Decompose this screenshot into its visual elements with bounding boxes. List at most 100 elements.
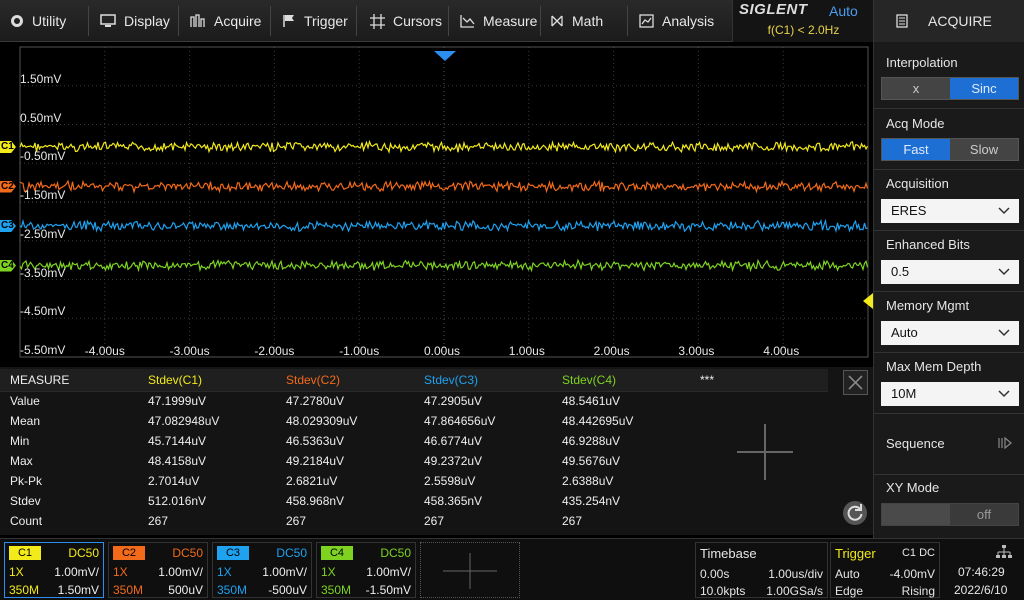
channel-probe: 1X [321, 565, 336, 579]
chevron-down-icon [998, 207, 1010, 215]
frequency-readout: f(C1) < 2.0Hz [767, 23, 840, 37]
timebase-scale: 1.00us/div [768, 567, 823, 581]
interpolation-x-option[interactable]: x [882, 78, 950, 99]
enhanced-bits-dropdown[interactable]: 0.5 [881, 260, 1019, 284]
xy-mode-toggle[interactable]: off [881, 503, 1019, 526]
measure-col-c2[interactable]: Stdev(C2) [276, 369, 414, 392]
plus-icon [443, 553, 497, 589]
channel-probe: 1X [9, 565, 24, 579]
close-icon [848, 375, 863, 390]
menu-math[interactable]: Math [542, 0, 603, 42]
y-axis-label: -0.50mV [20, 149, 66, 164]
measure-col-c1[interactable]: Stdev(C1) [138, 369, 276, 392]
y-axis-label: -5.50mV [20, 343, 66, 357]
trigger-level-marker[interactable] [863, 293, 873, 309]
measure-col-empty[interactable]: *** [690, 369, 828, 392]
y-axis-label: -4.50mV [20, 304, 66, 319]
add-channel-box[interactable] [420, 542, 520, 598]
x-axis-label: 4.00us [763, 344, 800, 358]
acq-mode-label: Acq Mode [886, 116, 945, 131]
column-label: Stdev(C2) [286, 372, 341, 387]
acq-mode-slow-option[interactable]: Slow [950, 139, 1018, 160]
row-label: Stdev [10, 494, 41, 508]
cell-value: 2.5598uV [424, 474, 476, 488]
trigger-position-marker[interactable] [434, 51, 456, 61]
row-label: Count [10, 514, 43, 528]
menu-cursors[interactable]: Cursors [362, 0, 442, 42]
acquire-panel: ACQUIRE Interpolation x Sinc Acq Mode Fa… [873, 0, 1024, 538]
xy-mode-on-option[interactable] [882, 504, 950, 525]
channel-box-c2[interactable]: C2 DC50 1X 1.00mV/350M 500uV [108, 542, 208, 598]
cell-value: 47.2780uV [286, 394, 345, 409]
measure-col-c3[interactable]: Stdev(C3) [414, 369, 552, 392]
waveform-grid[interactable]: 1.50mV 0.50mV -0.50mV -1.50mV -2.50mV -3.50mV… [0, 43, 873, 365]
table-row: Count 267 267 267 267 [0, 511, 828, 531]
network-icon [996, 545, 1012, 558]
channel-box-c3[interactable]: C3 DC50 1X 1.00mV/350M -500uV [212, 542, 312, 598]
channel-tag: C2 [113, 546, 145, 560]
channel-bandwidth: 350M [217, 583, 248, 597]
y-axis-label: -1.50mV [20, 188, 66, 202]
acq-mode-fast-option[interactable]: Fast [882, 139, 950, 160]
xy-mode-off-option[interactable]: off [950, 504, 1018, 525]
max-mem-depth-value: 10M [891, 386, 917, 401]
x-axis-label: -1.00us [339, 344, 380, 358]
max-mem-depth-label: Max Mem Depth [886, 359, 982, 374]
channel-coupling: DC50 [276, 546, 307, 560]
menu-cursors-label: Cursors [393, 13, 443, 29]
row-label: Max [10, 454, 33, 468]
memory-mgmt-dropdown[interactable]: Auto [881, 321, 1019, 345]
menu-utility[interactable]: Utility [2, 0, 66, 42]
analysis-icon [639, 14, 654, 28]
cell-value: 2.7014uV [148, 474, 200, 488]
interpolation-sinc-option[interactable]: Sinc [950, 78, 1018, 99]
cell-value: 49.5676uV [562, 454, 621, 468]
cell-value: 458.365nV [424, 494, 483, 508]
channel-box-c1[interactable]: C1 DC50 1X 1.00mV/350M 1.50mV [4, 542, 104, 598]
sequence-arrow-icon [998, 437, 1012, 449]
measure-icon [460, 15, 475, 28]
waveform-c2 [19, 179, 869, 194]
trigger-box[interactable]: Trigger C1 DC Auto -4.00mV Edge Rising [830, 542, 940, 598]
cell-value: 435.254nV [562, 494, 621, 508]
channel-box-c4[interactable]: C4 DC50 1X 1.00mV/350M -1.50mV [316, 542, 416, 598]
channel-coupling: DC50 [380, 546, 411, 560]
add-measure-area[interactable] [735, 422, 795, 482]
menu-acquire[interactable]: Acquire [182, 0, 261, 42]
status-bar: C1 DC50 1X 1.00mV/350M 1.50mV C2 DC50 1X 1.00mV/… [0, 538, 1024, 600]
waveform-c3 [19, 218, 868, 234]
table-row: Mean 47.082948uV 48.029309uV 47.864656uV 48.… [0, 411, 828, 431]
table-row: Stdev 512.016nV 458.968nV 458.365nV 435.254n… [0, 491, 828, 511]
x-axis-label: -3.00us [169, 344, 210, 358]
cell-value: 48.5461uV [562, 394, 621, 409]
reset-statistics-button[interactable] [843, 501, 867, 525]
channel-coupling: DC50 [172, 546, 203, 560]
menu-display[interactable]: Display [92, 0, 170, 42]
cell-value: 47.1999uV [148, 394, 207, 409]
channel-offset: -500uV [268, 583, 307, 597]
timebase-box[interactable]: Timebase 0.00s 1.00us/div 10.0kpts 1.00G… [695, 542, 828, 598]
acq-mode-toggle[interactable]: Fast Slow [881, 138, 1019, 161]
channel-offset: -1.50mV [365, 583, 411, 597]
interpolation-toggle[interactable]: x Sinc [881, 77, 1019, 100]
menu-measure[interactable]: Measure [452, 0, 537, 42]
run-mode[interactable]: Auto [829, 3, 858, 19]
menu-analysis-label: Analysis [662, 13, 715, 29]
cell-value: 47.082948uV [148, 414, 220, 428]
sequence-item[interactable]: Sequence [874, 414, 1024, 474]
acquisition-label: Acquisition [886, 176, 949, 191]
max-mem-depth-dropdown[interactable]: 10M [881, 382, 1019, 406]
trigger-type: Edge [835, 584, 864, 598]
memory-mgmt-label: Memory Mgmt [886, 298, 970, 313]
close-measure-button[interactable] [843, 370, 868, 395]
x-axis-label: -2.00us [254, 344, 295, 358]
menu-trigger[interactable]: Trigger [274, 0, 348, 42]
cell-value: 47.864656uV [424, 414, 496, 428]
cell-value: 267 [148, 514, 169, 528]
column-label: *** [700, 372, 715, 387]
channel-probe: 1X [217, 565, 232, 579]
cell-value: 45.7144uV [148, 434, 207, 448]
measure-col-c4[interactable]: Stdev(C4) [552, 369, 690, 392]
menu-analysis[interactable]: Analysis [631, 0, 714, 42]
acquisition-dropdown[interactable]: ERES [881, 199, 1019, 223]
